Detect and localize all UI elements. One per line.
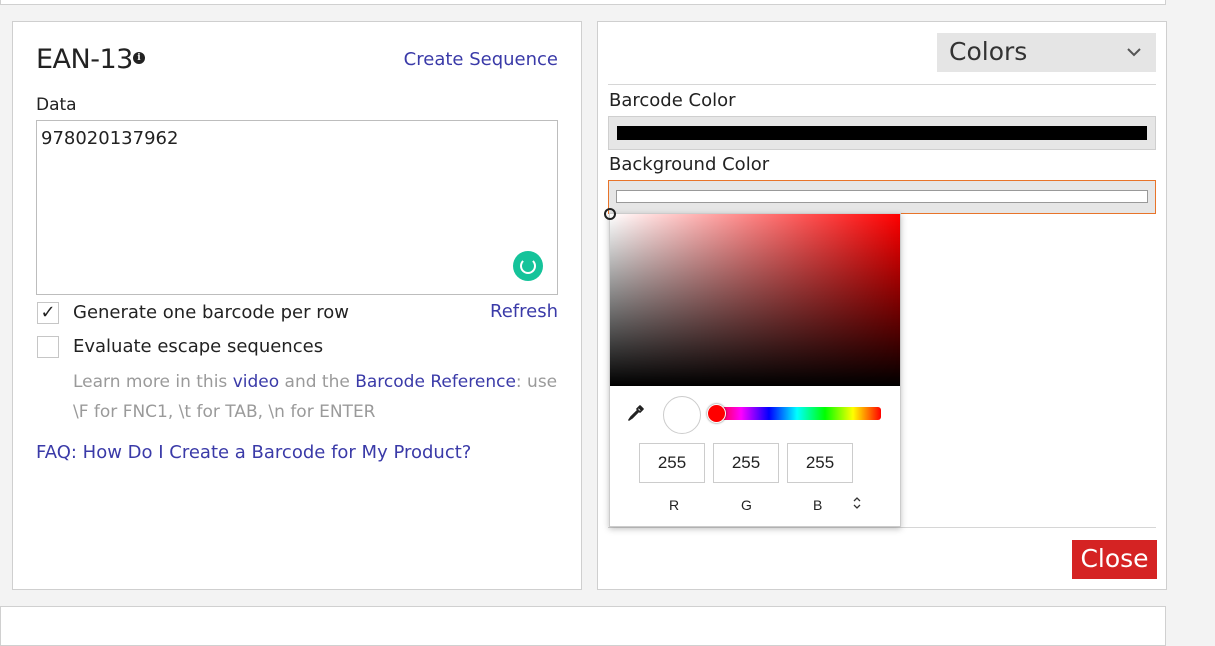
red-label: R xyxy=(669,497,680,513)
data-textarea[interactable]: 978020137962 xyxy=(36,120,558,295)
saturation-handle[interactable] xyxy=(604,208,616,220)
create-sequence-link[interactable]: Create Sequence xyxy=(404,49,558,70)
background-color-input[interactable] xyxy=(608,180,1156,214)
barcode-type-title: EAN-13 xyxy=(36,44,133,75)
refresh-link[interactable]: Refresh xyxy=(490,301,558,322)
video-link[interactable]: video xyxy=(233,372,279,392)
escape-sequences-checkbox[interactable] xyxy=(37,336,59,358)
eyedropper-icon[interactable] xyxy=(627,404,645,427)
generate-per-row-checkbox[interactable]: ✓ xyxy=(37,302,59,324)
chevron-down-icon xyxy=(1126,33,1142,85)
barcode-reference-link[interactable]: Barcode Reference xyxy=(355,372,516,392)
divider xyxy=(608,527,1156,528)
red-input[interactable]: 255 xyxy=(639,443,705,483)
saturation-value-area[interactable] xyxy=(604,208,900,386)
barcode-color-swatch xyxy=(617,126,1147,140)
barcode-data-panel: EAN-13 i Create Sequence Data 9780201379… xyxy=(12,21,582,590)
current-color-swatch xyxy=(663,396,701,434)
close-button[interactable]: Close xyxy=(1072,540,1157,579)
grammarly-icon[interactable] xyxy=(513,251,543,281)
hue-handle[interactable] xyxy=(707,404,726,423)
color-picker-popup: 255 255 255 R G B xyxy=(604,208,901,527)
background-color-label: Background Color xyxy=(609,154,770,175)
green-input[interactable]: 255 xyxy=(713,443,779,483)
background-color-swatch xyxy=(616,190,1148,203)
escape-sequences-label[interactable]: Evaluate escape sequences xyxy=(73,336,323,357)
settings-category-select[interactable]: Colors xyxy=(937,33,1156,72)
barcode-color-label: Barcode Color xyxy=(609,90,736,111)
top-panel-edge xyxy=(0,0,1166,5)
blue-label: B xyxy=(813,497,823,513)
data-label: Data xyxy=(36,95,77,115)
green-label: G xyxy=(741,497,752,513)
barcode-color-input[interactable] xyxy=(608,116,1156,150)
divider xyxy=(608,84,1156,85)
blue-input[interactable]: 255 xyxy=(787,443,853,483)
faq-link[interactable]: FAQ: How Do I Create a Barcode for My Pr… xyxy=(36,442,471,463)
hue-slider[interactable] xyxy=(707,404,881,423)
info-icon[interactable]: i xyxy=(133,52,145,64)
escape-help-text: Learn more in this video and the Barcode… xyxy=(73,372,558,422)
format-toggle-icon[interactable] xyxy=(852,496,862,513)
bottom-panel-edge xyxy=(0,606,1166,646)
generate-per-row-label[interactable]: Generate one barcode per row xyxy=(73,302,349,323)
